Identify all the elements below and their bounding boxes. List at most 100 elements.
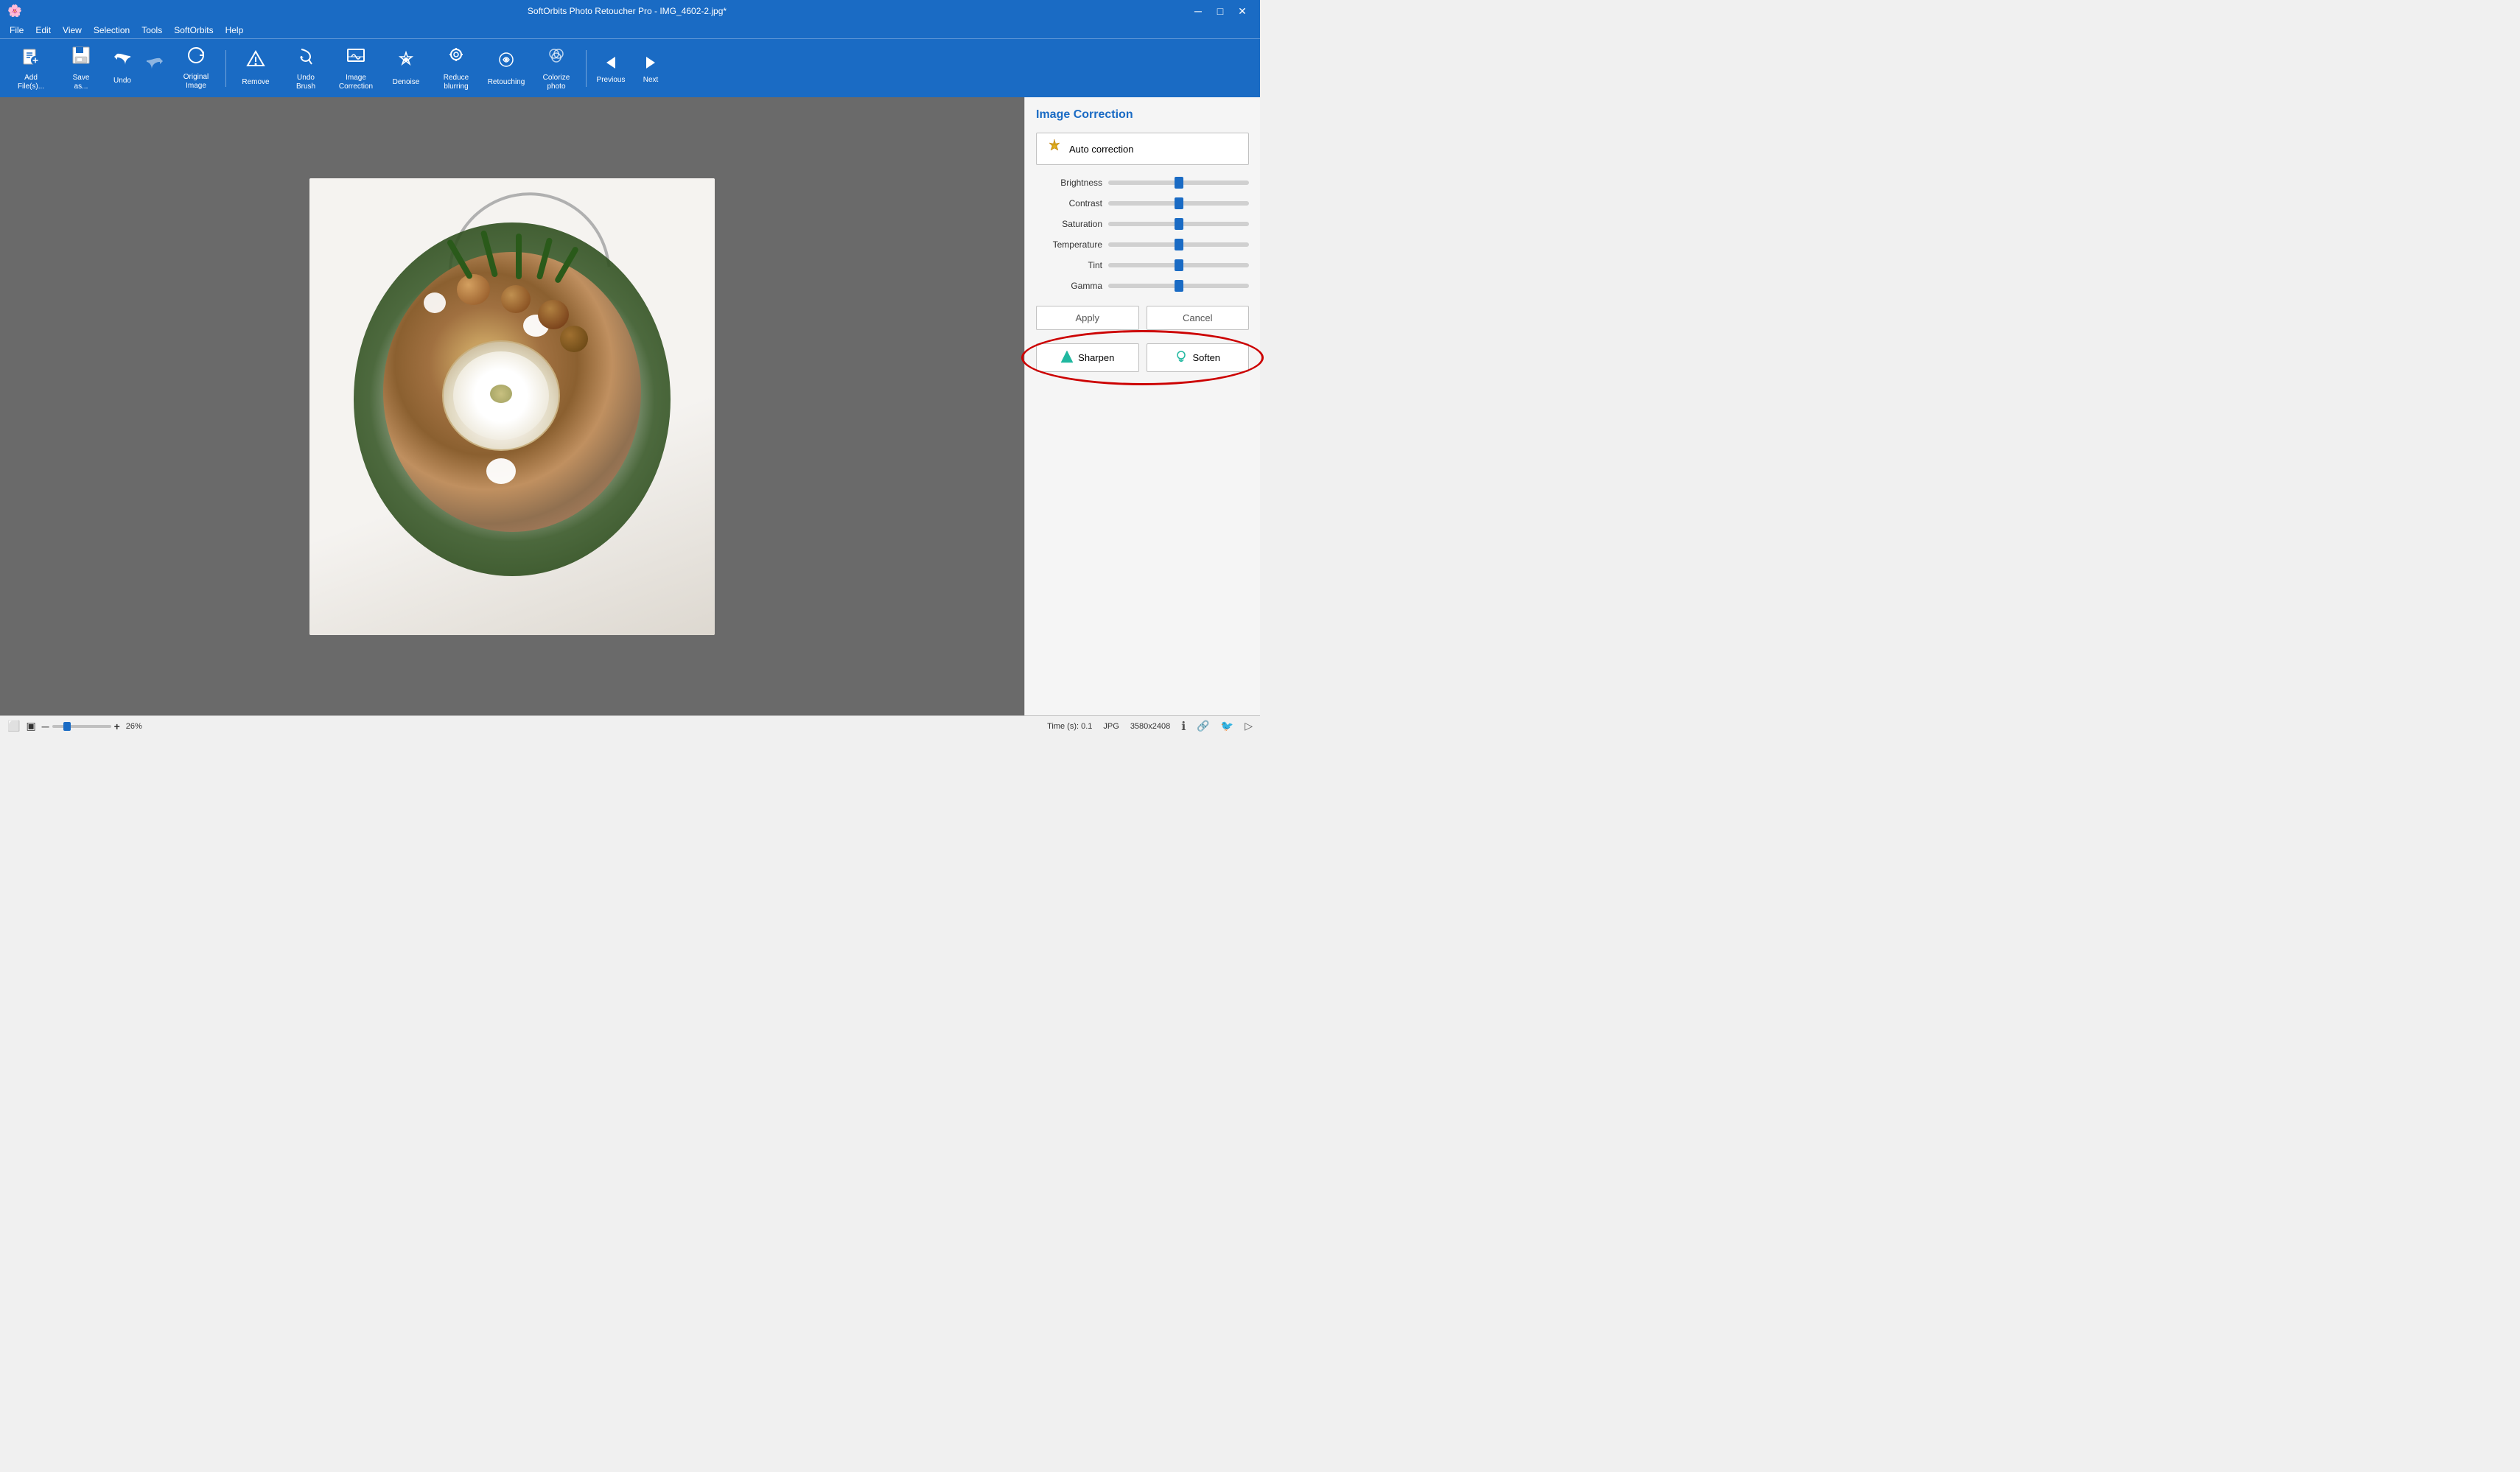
menu-selection[interactable]: Selection: [88, 24, 136, 37]
view-mode-icon[interactable]: ⬜: [7, 720, 20, 732]
saturation-label: Saturation: [1036, 219, 1102, 229]
status-left: ⬜ ▣ ─ + 26%: [7, 720, 142, 732]
tint-slider[interactable]: [1108, 263, 1249, 267]
retouching-label: Retouching: [488, 78, 525, 87]
brightness-label: Brightness: [1036, 178, 1102, 188]
denoise-button[interactable]: Denoise: [382, 43, 430, 94]
close-button[interactable]: ✕: [1232, 3, 1253, 19]
save-icon: [71, 45, 91, 70]
zoom-slider[interactable]: [52, 725, 111, 728]
denoise-icon: [396, 49, 416, 74]
separator-2: [586, 50, 587, 87]
add-files-icon: [21, 45, 41, 70]
restore-button[interactable]: □: [1210, 3, 1231, 19]
zoom-controls: ─ + 26%: [42, 721, 142, 732]
reduce-blurring-button[interactable]: Reduceblurring: [433, 43, 480, 94]
info-icon[interactable]: ℹ: [1181, 719, 1186, 734]
remove-label: Remove: [242, 78, 269, 87]
sharpen-icon: [1060, 350, 1074, 365]
image-correction-button[interactable]: ImageCorrection: [332, 43, 379, 94]
original-image-icon: [186, 46, 206, 69]
cancel-button[interactable]: Cancel: [1147, 306, 1250, 330]
temperature-label: Temperature: [1036, 239, 1102, 250]
previous-button[interactable]: Previous: [592, 43, 629, 94]
undo-brush-label: UndoBrush: [296, 74, 315, 91]
colorize-button[interactable]: Colorizephoto: [533, 43, 580, 94]
retouching-button[interactable]: Retouching: [483, 43, 530, 94]
canvas-area[interactable]: [0, 97, 1024, 715]
format-label: JPG: [1103, 722, 1119, 731]
action-buttons: Apply Cancel: [1036, 306, 1249, 330]
remove-button[interactable]: Remove: [232, 43, 279, 94]
reduce-blurring-icon: [446, 45, 466, 70]
image-correction-icon: [346, 45, 366, 70]
window-title: SoftOrbits Photo Retoucher Pro - IMG_460…: [66, 6, 1188, 16]
contrast-label: Contrast: [1036, 198, 1102, 208]
saturation-slider[interactable]: [1108, 222, 1249, 226]
menu-edit[interactable]: Edit: [29, 24, 57, 37]
contrast-slider[interactable]: [1108, 201, 1249, 206]
zoom-out-icon[interactable]: ─: [42, 721, 49, 732]
save-as-button[interactable]: Saveas...: [57, 43, 105, 94]
denoise-label: Denoise: [393, 78, 420, 87]
previous-label: Previous: [597, 76, 626, 84]
sliders-section: Brightness Contrast Saturation: [1036, 176, 1249, 292]
auto-correction-button[interactable]: Auto correction: [1036, 133, 1249, 165]
menu-help[interactable]: Help: [220, 24, 250, 37]
colorize-icon: [546, 45, 567, 70]
sharpen-button[interactable]: Sharpen: [1036, 343, 1139, 372]
menu-view[interactable]: View: [57, 24, 88, 37]
next-button[interactable]: Next: [632, 43, 669, 94]
zoom-level: 26%: [126, 722, 142, 731]
sharpen-label: Sharpen: [1078, 352, 1114, 363]
main-area: Image Correction Auto correction Brightn…: [0, 97, 1260, 715]
menu-file[interactable]: File: [4, 24, 29, 37]
zoom-in-icon[interactable]: +: [114, 721, 120, 732]
remove-icon: [245, 49, 266, 74]
statusbar: ⬜ ▣ ─ + 26% Time (s): 0.1 JPG 3580x2408 …: [0, 715, 1260, 736]
undo-icon: [113, 51, 132, 73]
gamma-slider[interactable]: [1108, 284, 1249, 288]
menu-tools[interactable]: Tools: [136, 24, 168, 37]
colorize-label: Colorizephoto: [543, 74, 570, 91]
temperature-slider[interactable]: [1108, 242, 1249, 247]
soften-icon: [1175, 350, 1188, 365]
next-label: Next: [643, 76, 659, 84]
redo-button[interactable]: [140, 43, 169, 94]
share-icon[interactable]: 🔗: [1197, 720, 1209, 732]
undo-label: Undo: [113, 77, 131, 85]
original-image-button[interactable]: OriginalImage: [172, 43, 220, 94]
add-files-button[interactable]: AddFile(s)...: [7, 43, 55, 94]
undo-brush-icon: [295, 45, 316, 70]
undo-button[interactable]: Undo: [108, 43, 137, 94]
image-correction-label: ImageCorrection: [339, 74, 373, 91]
reduce-blurring-label: Reduceblurring: [444, 74, 469, 91]
soften-button[interactable]: Soften: [1147, 343, 1250, 372]
tint-row: Tint: [1036, 260, 1249, 270]
time-label: Time (s): 0.1: [1047, 722, 1092, 731]
filter-buttons-container: Sharpen Soften: [1036, 343, 1249, 372]
apply-button[interactable]: Apply: [1036, 306, 1139, 330]
twitter-icon[interactable]: 🐦: [1221, 720, 1233, 732]
gamma-row: Gamma: [1036, 281, 1249, 291]
minimize-button[interactable]: ─: [1188, 3, 1208, 19]
previous-arrow-icon: [601, 52, 621, 73]
menu-softorbits[interactable]: SoftOrbits: [168, 24, 219, 37]
panel-title: Image Correction: [1036, 108, 1249, 122]
view-split-icon[interactable]: ▣: [26, 720, 35, 732]
auto-correction-icon: [1046, 138, 1063, 160]
save-as-label: Saveas...: [73, 74, 90, 91]
dimensions-label: 3580x2408: [1130, 722, 1170, 731]
undo-brush-button[interactable]: UndoBrush: [282, 43, 329, 94]
right-panel: Image Correction Auto correction Brightn…: [1024, 97, 1260, 715]
forward-icon[interactable]: ▷: [1245, 720, 1253, 732]
auto-correction-label: Auto correction: [1069, 144, 1133, 155]
toolbar: AddFile(s)... Saveas... Undo: [0, 38, 1260, 97]
brightness-slider[interactable]: [1108, 181, 1249, 185]
separator-1: [225, 50, 226, 87]
next-arrow-icon: [640, 52, 661, 73]
contrast-row: Contrast: [1036, 198, 1249, 208]
original-image-label: OriginalImage: [183, 73, 209, 91]
retouching-icon: [496, 49, 517, 74]
tint-label: Tint: [1036, 260, 1102, 270]
